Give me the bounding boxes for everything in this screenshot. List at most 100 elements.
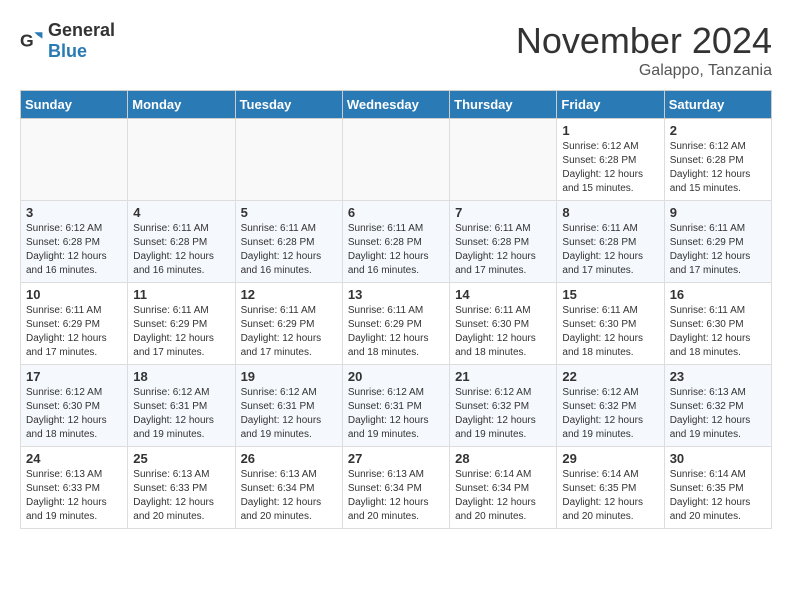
day-info: Sunrise: 6:12 AM Sunset: 6:32 PM Dayligh… [562, 386, 658, 442]
calendar-cell: 28Sunrise: 6:14 AM Sunset: 6:34 PM Dayli… [450, 447, 557, 529]
logo-general: General [48, 20, 115, 40]
calendar-cell: 3 Sunrise: 6:12 AM Sunset: 6:28 PM Daylig… [21, 201, 128, 283]
calendar-cell: 15 Sunrise: 6:11 AM Sunset: 6:30 PM Dayli… [557, 283, 664, 365]
day-number: 30 [670, 451, 766, 466]
day-number: 27 [348, 451, 444, 466]
day-info: Sunrise: 6:12 AM Sunset: 6:28 PM Dayligh… [670, 140, 766, 196]
col-header-thursday: Thursday [450, 91, 557, 119]
calendar-week-row: 1 Sunrise: 6:12 AM Sunset: 6:28 PM Daylig… [21, 119, 772, 201]
calendar-cell: 6Sunrise: 6:11 AM Sunset: 6:28 PM Daylig… [342, 201, 449, 283]
day-info: Sunrise: 6:12 AM Sunset: 6:30 PM Dayligh… [26, 386, 122, 442]
day-number: 12 [241, 287, 337, 302]
day-number: 4 [133, 205, 229, 220]
day-number: 11 [133, 287, 229, 302]
svg-text:G: G [20, 31, 34, 51]
calendar-cell: 12 Sunrise: 6:11 AM Sunset: 6:29 PM Dayli… [235, 283, 342, 365]
day-info: Sunrise: 6:14 AM Sunset: 6:35 PM Dayligh… [562, 468, 658, 524]
day-info: Sunrise: 6:11 AM Sunset: 6:29 PM Dayligh… [241, 304, 337, 360]
day-number: 28 [455, 451, 551, 466]
calendar-week-row: 24 Sunrise: 6:13 AM Sunset: 6:33 PM Dayli… [21, 447, 772, 529]
calendar-cell: 5 Sunrise: 6:11 AM Sunset: 6:28 PM Daylig… [235, 201, 342, 283]
calendar-cell: 19 Sunrise: 6:12 AM Sunset: 6:31 PM Dayli… [235, 365, 342, 447]
day-info: Sunrise: 6:11 AM Sunset: 6:28 PM Dayligh… [241, 222, 337, 278]
calendar-cell: 14Sunrise: 6:11 AM Sunset: 6:30 PM Dayli… [450, 283, 557, 365]
calendar-cell: 24 Sunrise: 6:13 AM Sunset: 6:33 PM Dayli… [21, 447, 128, 529]
day-number: 21 [455, 369, 551, 384]
calendar-table: SundayMondayTuesdayWednesdayThursdayFrid… [20, 90, 772, 529]
day-info: Sunrise: 6:11 AM Sunset: 6:28 PM Dayligh… [133, 222, 229, 278]
calendar-week-row: 10 Sunrise: 6:11 AM Sunset: 6:29 PM Dayli… [21, 283, 772, 365]
calendar-cell [21, 119, 128, 201]
title-area: November 2024 Galappo, Tanzania [516, 20, 772, 80]
calendar-cell: 13 Sunrise: 6:11 AM Sunset: 6:29 PM Dayli… [342, 283, 449, 365]
logo-blue: Blue [48, 41, 87, 61]
day-number: 17 [26, 369, 122, 384]
calendar-cell: 17 Sunrise: 6:12 AM Sunset: 6:30 PM Dayli… [21, 365, 128, 447]
col-header-sunday: Sunday [21, 91, 128, 119]
day-info: Sunrise: 6:11 AM Sunset: 6:29 PM Dayligh… [348, 304, 444, 360]
day-number: 2 [670, 123, 766, 138]
col-header-wednesday: Wednesday [342, 91, 449, 119]
day-info: Sunrise: 6:12 AM Sunset: 6:32 PM Dayligh… [455, 386, 551, 442]
day-number: 5 [241, 205, 337, 220]
day-info: Sunrise: 6:11 AM Sunset: 6:29 PM Dayligh… [133, 304, 229, 360]
day-number: 13 [348, 287, 444, 302]
day-number: 16 [670, 287, 766, 302]
calendar-cell: 11 Sunrise: 6:11 AM Sunset: 6:29 PM Dayli… [128, 283, 235, 365]
calendar-cell: 20 Sunrise: 6:12 AM Sunset: 6:31 PM Dayli… [342, 365, 449, 447]
calendar-cell: 22 Sunrise: 6:12 AM Sunset: 6:32 PM Dayli… [557, 365, 664, 447]
day-info: Sunrise: 6:11 AM Sunset: 6:29 PM Dayligh… [670, 222, 766, 278]
logo-icon: G [20, 29, 44, 53]
calendar-cell: 29 Sunrise: 6:14 AM Sunset: 6:35 PM Dayli… [557, 447, 664, 529]
day-info: Sunrise: 6:12 AM Sunset: 6:31 PM Dayligh… [133, 386, 229, 442]
calendar-cell: 10Sunrise: 6:11 AM Sunset: 6:29 PM Dayli… [21, 283, 128, 365]
day-number: 29 [562, 451, 658, 466]
calendar-week-row: 17 Sunrise: 6:12 AM Sunset: 6:30 PM Dayli… [21, 365, 772, 447]
calendar-cell: 9Sunrise: 6:11 AM Sunset: 6:29 PM Daylig… [664, 201, 771, 283]
col-header-tuesday: Tuesday [235, 91, 342, 119]
day-number: 25 [133, 451, 229, 466]
day-info: Sunrise: 6:12 AM Sunset: 6:28 PM Dayligh… [562, 140, 658, 196]
calendar-cell: 27Sunrise: 6:13 AM Sunset: 6:34 PM Dayli… [342, 447, 449, 529]
day-number: 8 [562, 205, 658, 220]
calendar-cell: 30Sunrise: 6:14 AM Sunset: 6:35 PM Dayli… [664, 447, 771, 529]
logo: G General Blue [20, 20, 115, 62]
col-header-friday: Friday [557, 91, 664, 119]
day-number: 19 [241, 369, 337, 384]
day-number: 1 [562, 123, 658, 138]
day-info: Sunrise: 6:12 AM Sunset: 6:28 PM Dayligh… [26, 222, 122, 278]
day-info: Sunrise: 6:11 AM Sunset: 6:30 PM Dayligh… [670, 304, 766, 360]
day-number: 22 [562, 369, 658, 384]
day-number: 20 [348, 369, 444, 384]
calendar-cell: 21 Sunrise: 6:12 AM Sunset: 6:32 PM Dayli… [450, 365, 557, 447]
calendar-cell: 2 Sunrise: 6:12 AM Sunset: 6:28 PM Daylig… [664, 119, 771, 201]
calendar-cell [450, 119, 557, 201]
day-info: Sunrise: 6:13 AM Sunset: 6:33 PM Dayligh… [133, 468, 229, 524]
day-info: Sunrise: 6:12 AM Sunset: 6:31 PM Dayligh… [348, 386, 444, 442]
logo-text: General Blue [48, 20, 115, 62]
day-info: Sunrise: 6:12 AM Sunset: 6:31 PM Dayligh… [241, 386, 337, 442]
calendar-cell: 26Sunrise: 6:13 AM Sunset: 6:34 PM Dayli… [235, 447, 342, 529]
calendar-cell: 23Sunrise: 6:13 AM Sunset: 6:32 PM Dayli… [664, 365, 771, 447]
day-number: 10 [26, 287, 122, 302]
calendar-header-row: SundayMondayTuesdayWednesdayThursdayFrid… [21, 91, 772, 119]
day-info: Sunrise: 6:13 AM Sunset: 6:32 PM Dayligh… [670, 386, 766, 442]
calendar-cell [342, 119, 449, 201]
calendar-cell: 1 Sunrise: 6:12 AM Sunset: 6:28 PM Daylig… [557, 119, 664, 201]
day-number: 26 [241, 451, 337, 466]
day-info: Sunrise: 6:13 AM Sunset: 6:33 PM Dayligh… [26, 468, 122, 524]
day-number: 15 [562, 287, 658, 302]
calendar-cell [235, 119, 342, 201]
calendar-cell: 25 Sunrise: 6:13 AM Sunset: 6:33 PM Dayli… [128, 447, 235, 529]
day-number: 24 [26, 451, 122, 466]
calendar-week-row: 3 Sunrise: 6:12 AM Sunset: 6:28 PM Daylig… [21, 201, 772, 283]
calendar-cell: 4 Sunrise: 6:11 AM Sunset: 6:28 PM Daylig… [128, 201, 235, 283]
day-info: Sunrise: 6:11 AM Sunset: 6:28 PM Dayligh… [348, 222, 444, 278]
day-info: Sunrise: 6:11 AM Sunset: 6:30 PM Dayligh… [562, 304, 658, 360]
location-subtitle: Galappo, Tanzania [516, 62, 772, 80]
day-number: 7 [455, 205, 551, 220]
day-number: 14 [455, 287, 551, 302]
day-number: 3 [26, 205, 122, 220]
header: G General Blue November 2024 Galappo, Ta… [20, 20, 772, 80]
calendar-cell: 8Sunrise: 6:11 AM Sunset: 6:28 PM Daylig… [557, 201, 664, 283]
